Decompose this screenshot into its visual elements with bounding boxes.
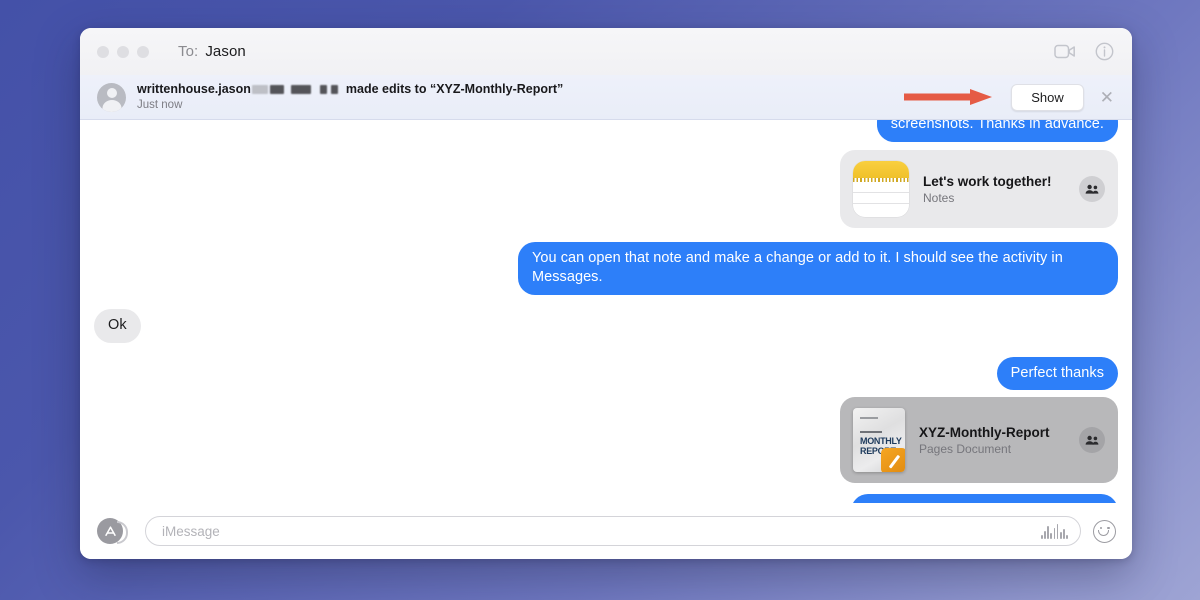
minimize-window-button[interactable] — [117, 46, 129, 58]
traffic-lights — [97, 46, 149, 58]
imessage-input-wrapper[interactable] — [145, 516, 1081, 546]
collaboration-notification-banner: writtenhouse.jason made edits to “XYZ-Mo… — [80, 75, 1132, 120]
notes-attachment-card[interactable]: Let's work together! Notes — [840, 150, 1118, 228]
notes-app-icon — [853, 161, 909, 217]
redacted-block-2 — [270, 85, 284, 94]
message-row: Let's work on the monthly report, ok? — [94, 494, 1118, 503]
card-title: XYZ-Monthly-Report — [919, 425, 1065, 440]
banner-text-block: writtenhouse.jason made edits to “XYZ-Mo… — [137, 82, 563, 113]
redacted-block-5 — [331, 85, 338, 94]
card-subtitle: Pages Document — [919, 442, 1065, 456]
info-circle-icon[interactable] — [1095, 42, 1114, 61]
message-bubble-outgoing[interactable]: You can open that note and make a change… — [518, 242, 1118, 295]
conversation-thread[interactable]: screenshots. Thanks in advance. Let's wo… — [80, 120, 1132, 503]
message-row: Perfect thanks — [94, 357, 1118, 391]
message-bubble-outgoing[interactable]: Let's work on the monthly report, ok? — [851, 494, 1118, 503]
banner-actions: Show ✕ — [904, 84, 1118, 111]
app-store-icon[interactable] — [97, 518, 123, 544]
show-button[interactable]: Show — [1011, 84, 1084, 111]
close-x-icon[interactable]: ✕ — [1096, 87, 1118, 108]
zoom-window-button[interactable] — [137, 46, 149, 58]
close-window-button[interactable] — [97, 46, 109, 58]
pages-document-icon: MONTHLY REPORT — [853, 408, 905, 472]
annotation-arrow — [904, 88, 999, 106]
card-meta: XYZ-Monthly-Report Pages Document — [919, 425, 1065, 456]
banner-headline: writtenhouse.jason made edits to “XYZ-Mo… — [137, 82, 563, 97]
collaborators-icon[interactable] — [1079, 176, 1105, 202]
message-row: Ok — [94, 309, 1118, 343]
message-bubble-outgoing[interactable]: screenshots. Thanks in advance. — [877, 120, 1118, 142]
window-titlebar: To: Jason — [80, 28, 1132, 75]
banner-action-text: made edits to “XYZ-Monthly-Report” — [346, 82, 563, 97]
card-title: Let's work together! — [923, 174, 1065, 189]
redacted-block-3 — [291, 85, 311, 94]
titlebar-actions — [1054, 28, 1114, 75]
clipped-message-row: screenshots. Thanks in advance. — [80, 120, 1118, 142]
video-camera-icon[interactable] — [1054, 44, 1076, 59]
pages-attachment-card[interactable]: MONTHLY REPORT XYZ-Monthly-Report Pages … — [840, 397, 1118, 483]
card-subtitle: Notes — [923, 191, 1065, 205]
card-meta: Let's work together! Notes — [923, 174, 1065, 205]
message-bubble-outgoing[interactable]: Perfect thanks — [997, 357, 1118, 391]
banner-sender: writtenhouse.jason — [137, 82, 251, 97]
message-row: Let's work together! Notes — [94, 150, 1118, 228]
smiley-face-icon[interactable] — [1093, 520, 1116, 543]
recipient-name[interactable]: Jason — [205, 43, 246, 60]
banner-timestamp: Just now — [137, 99, 563, 113]
message-row: You can open that note and make a change… — [94, 242, 1118, 295]
collaborators-icon[interactable] — [1079, 427, 1105, 453]
message-row: MONTHLY REPORT XYZ-Monthly-Report Pages … — [94, 397, 1118, 483]
audio-waveform-icon[interactable] — [1041, 524, 1068, 539]
message-composer — [80, 503, 1132, 559]
redacted-block-1 — [252, 85, 268, 94]
to-label: To: — [178, 43, 198, 60]
redacted-block-4 — [320, 85, 327, 94]
imessage-input[interactable] — [162, 524, 1041, 539]
message-bubble-incoming[interactable]: Ok — [94, 309, 141, 343]
person-avatar-icon — [97, 83, 126, 112]
messages-window: To: Jason writtenhouse.jason — [80, 28, 1132, 559]
